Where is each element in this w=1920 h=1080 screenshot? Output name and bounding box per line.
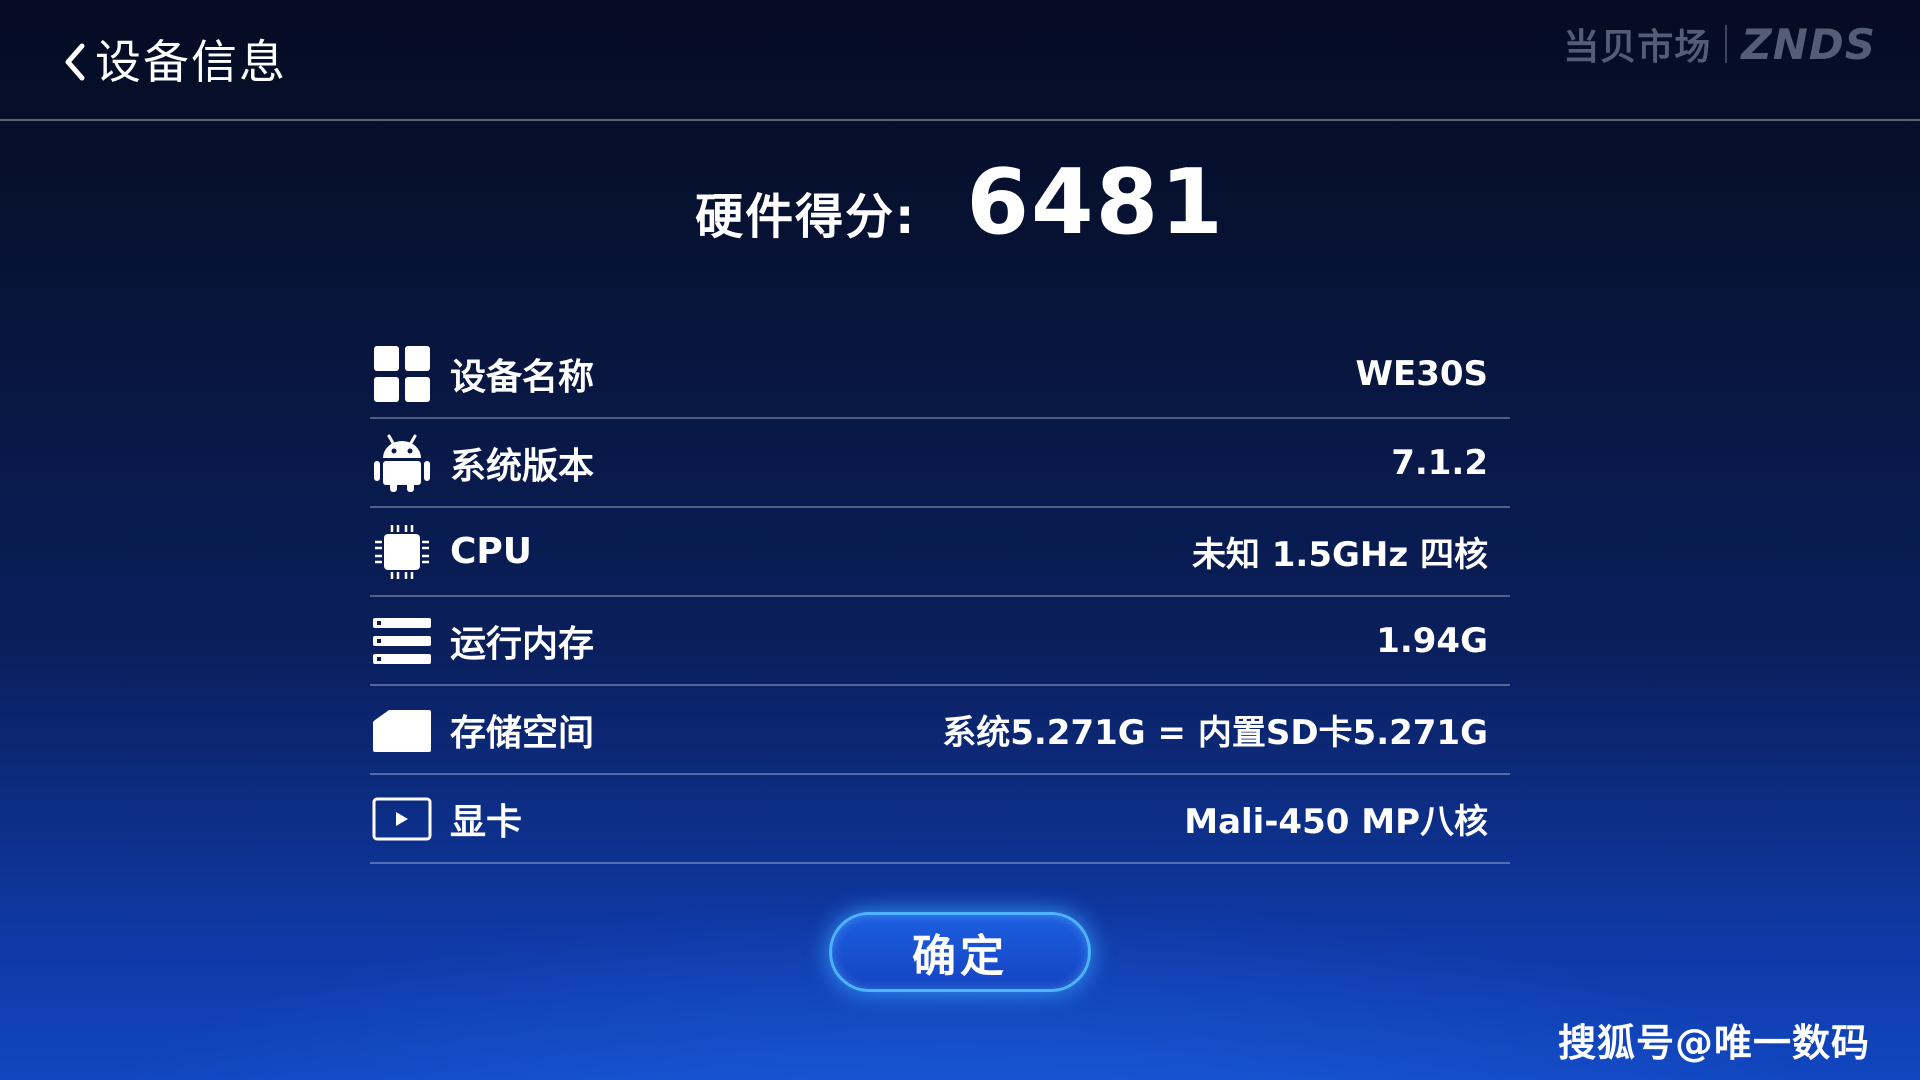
score-value: 6481 — [966, 150, 1225, 255]
cpu-chip-icon — [372, 522, 432, 582]
info-label: 设备名称 — [450, 356, 595, 398]
info-label: 存储空间 — [450, 712, 595, 754]
brand-logo: 当贝市场 ZNDS — [1563, 18, 1876, 70]
grid-icon — [372, 344, 432, 404]
info-label: CPU — [450, 531, 533, 572]
back-button[interactable]: 设备信息 — [55, 30, 287, 94]
watermark-text: 搜狐号@唯一数码 — [1557, 1021, 1870, 1065]
logo-cn-text: 当贝市场 — [1563, 27, 1712, 68]
info-value: 1.94G — [1376, 620, 1488, 661]
info-value: 7.1.2 — [1391, 442, 1488, 483]
info-row-system-version: 系统版本 7.1.2 — [370, 419, 1510, 508]
info-row-device-name: 设备名称 WE30S — [370, 330, 1510, 419]
header-bar: 设备信息 当贝市场 ZNDS — [0, 0, 1920, 121]
info-row-cpu: CPU 未知 1.5GHz 四核 — [370, 508, 1510, 597]
info-row-storage: 存储空间 系统5.271G = 内置SD卡5.271G — [370, 686, 1510, 775]
play-screen-icon — [372, 789, 432, 849]
info-value: Mali-450 MP八核 — [1184, 802, 1488, 842]
hardware-score: 硬件得分: 6481 — [0, 150, 1920, 255]
android-icon — [372, 433, 432, 493]
page-title: 设备信息 — [95, 35, 287, 89]
folder-icon — [372, 700, 432, 760]
info-label: 系统版本 — [450, 445, 595, 487]
info-row-gpu: 显卡 Mali-450 MP八核 — [370, 775, 1510, 864]
info-value: 未知 1.5GHz 四核 — [1191, 535, 1488, 575]
device-info-list: 设备名称 WE30S 系统版本 7.1.2 CPU 未知 1.5GHz 四核 运… — [370, 330, 1510, 864]
info-row-memory: 运行内存 1.94G — [370, 597, 1510, 686]
logo-divider — [1725, 25, 1728, 63]
info-value: 系统5.271G = 内置SD卡5.271G — [942, 713, 1488, 753]
chevron-left-icon — [55, 32, 95, 92]
score-label: 硬件得分: — [695, 189, 917, 245]
memory-icon — [372, 611, 432, 671]
info-label: 运行内存 — [450, 623, 595, 665]
confirm-button[interactable]: 确定 — [829, 912, 1091, 992]
info-label: 显卡 — [450, 801, 523, 843]
info-value: WE30S — [1355, 353, 1488, 394]
logo-en-text: ZNDS — [1741, 19, 1876, 69]
